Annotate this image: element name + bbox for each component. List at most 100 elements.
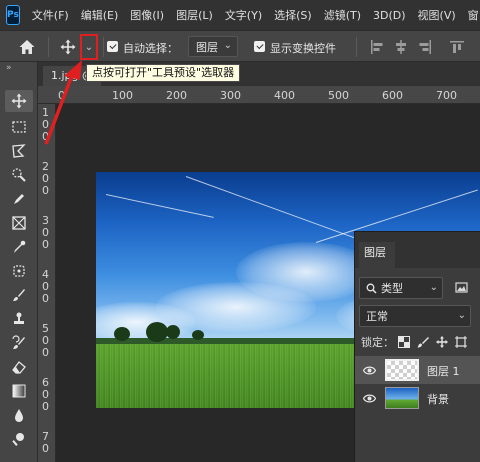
ruler-tick: 0 <box>42 238 49 251</box>
photoshop-logo: Ps <box>6 5 20 25</box>
menu-file[interactable]: 文件(F) <box>32 7 69 23</box>
blend-mode-row: 正常 ⌄ <box>359 305 480 327</box>
lock-row: 锁定： <box>361 332 474 352</box>
tool-dodge[interactable] <box>5 428 33 450</box>
image-filter-icon[interactable] <box>455 281 468 294</box>
auto-select-checkbox[interactable] <box>107 41 118 52</box>
lock-image-pixels-icon[interactable] <box>417 336 429 348</box>
blur-icon <box>15 409 23 422</box>
chevron-down-icon: ⌄ <box>429 282 438 293</box>
stamp-icon <box>14 312 24 324</box>
ruler-tick: 100 <box>112 89 133 102</box>
quick-select-icon <box>12 168 26 182</box>
tool-spot-healing[interactable] <box>5 260 33 282</box>
lock-position-icon[interactable] <box>436 336 448 348</box>
dodge-icon <box>12 433 24 446</box>
eye-icon[interactable] <box>363 392 376 405</box>
ruler-tick: 700 <box>436 89 457 102</box>
healing-icon <box>13 265 25 277</box>
layer-thumbnail <box>385 359 419 381</box>
tree <box>166 325 180 339</box>
tool-eyedropper-brush[interactable] <box>5 188 33 210</box>
ruler-tick: 600 <box>382 89 403 102</box>
align-top-icon[interactable] <box>450 40 464 54</box>
chevron-down-icon: ⌄ <box>84 41 94 53</box>
lock-artboard-icon[interactable] <box>455 336 467 348</box>
show-transform-checkbox[interactable] <box>254 41 265 52</box>
layer-name: 图层 1 <box>427 365 460 378</box>
layer-filter-row: 类型 ⌄ <box>359 277 480 299</box>
ruler-tick: 0 <box>42 184 49 197</box>
separator <box>356 37 357 57</box>
menu-window[interactable]: 窗口 <box>468 7 480 23</box>
eraser-icon <box>12 361 26 374</box>
home-icon[interactable] <box>18 38 36 56</box>
ruler-tick: 400 <box>274 89 295 102</box>
lock-transparent-pixels-icon[interactable] <box>398 336 410 348</box>
tool-history-brush[interactable] <box>5 332 33 354</box>
auto-select-label: 自动选择： <box>123 42 178 55</box>
show-transform-label: 显示变换控件 <box>270 42 336 55</box>
tool-quick-select[interactable] <box>5 164 33 186</box>
menu-layer[interactable]: 图层(L) <box>176 7 213 23</box>
menu-3d[interactable]: 3D(D) <box>373 9 406 22</box>
tool-marquee[interactable] <box>5 116 33 138</box>
ruler-tick: 0 <box>42 400 49 413</box>
chevron-down-icon: ⌄ <box>223 40 232 51</box>
marquee-icon <box>12 121 26 133</box>
tool-gradient[interactable] <box>5 380 33 402</box>
tool-brush[interactable] <box>5 284 33 306</box>
tool-eyedropper[interactable] <box>5 236 33 258</box>
pen-icon <box>14 194 24 204</box>
tree <box>114 327 130 341</box>
move-tool-icon[interactable] <box>60 39 76 55</box>
ruler-tick: 300 <box>220 89 241 102</box>
menu-type[interactable]: 文字(Y) <box>225 7 262 23</box>
tool-clone-stamp[interactable] <box>5 308 33 330</box>
ruler-tick: 0 <box>42 292 49 305</box>
layer-row-layer1[interactable]: 图层 1 <box>355 356 480 384</box>
align-center-icon[interactable] <box>394 40 408 54</box>
tool-frame[interactable] <box>5 212 33 234</box>
menu-image[interactable]: 图像(I) <box>130 7 164 23</box>
lasso-icon <box>12 144 26 158</box>
layer-filter-value: 类型 <box>381 282 403 295</box>
ruler-tick: 0 <box>42 442 49 455</box>
tool-lasso[interactable] <box>5 140 33 162</box>
chevron-down-icon: ⌄ <box>457 310 466 321</box>
vertical-ruler: 1 0 0 2 0 0 3 0 0 4 0 0 5 0 0 6 0 0 7 0 <box>38 104 56 462</box>
tool-move[interactable] <box>5 90 33 112</box>
tool-blur[interactable] <box>5 404 33 426</box>
layer-row-background[interactable]: 背景 <box>355 384 480 412</box>
separator <box>103 37 104 57</box>
search-icon <box>366 283 377 294</box>
tree <box>146 322 168 342</box>
history-brush-icon <box>12 335 25 349</box>
tools-panel: » <box>0 62 38 462</box>
tooltip: 点按可打开"工具预设"选取器 <box>86 64 241 82</box>
frame-icon <box>12 216 26 230</box>
layers-panel: 图层 类型 ⌄ 正常 ⌄ 锁定： 图层 1 背景 <box>354 231 480 462</box>
align-left-icon[interactable] <box>370 40 384 54</box>
menu-filter[interactable]: 滤镜(T) <box>324 7 361 23</box>
menu-edit[interactable]: 编辑(E) <box>81 7 119 23</box>
tree <box>192 330 204 340</box>
move-icon <box>11 93 27 109</box>
menu-view[interactable]: 视图(V) <box>418 7 456 23</box>
ruler-tick: 200 <box>166 89 187 102</box>
layer-name: 背景 <box>427 393 449 406</box>
ruler-tick: 500 <box>328 89 349 102</box>
eye-icon[interactable] <box>363 364 376 377</box>
tool-eraser[interactable] <box>5 356 33 378</box>
layers-tab[interactable]: 图层 <box>359 242 395 268</box>
layer-filter-dropdown[interactable]: 类型 ⌄ <box>359 277 443 299</box>
eyedropper-icon <box>14 240 26 253</box>
brush-icon <box>13 289 25 301</box>
horizontal-ruler: 0 100 200 300 400 500 600 700 800 <box>38 86 480 104</box>
menu-select[interactable]: 选择(S) <box>274 7 312 23</box>
auto-select-dropdown[interactable]: 图层 ⌄ <box>188 36 238 57</box>
blend-mode-dropdown[interactable]: 正常 ⌄ <box>359 305 471 327</box>
align-right-icon[interactable] <box>418 40 432 54</box>
collapse-panel-icon[interactable]: » <box>6 63 12 73</box>
layer-thumbnail <box>385 387 419 409</box>
